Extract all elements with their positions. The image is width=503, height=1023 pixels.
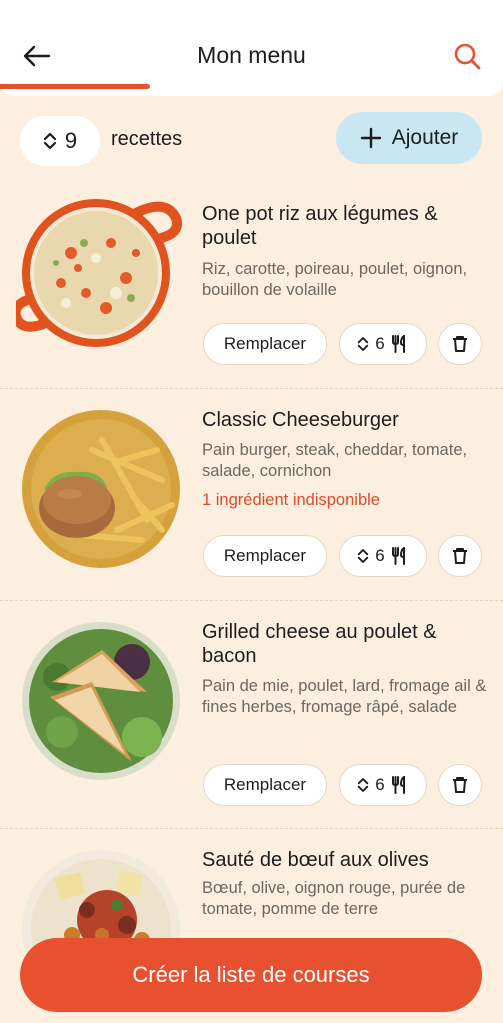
recipe-name[interactable]: One pot riz aux légumes & poulet [202, 202, 487, 250]
chevron-up-down-icon [357, 335, 369, 353]
chevron-up-down-icon [43, 131, 57, 151]
recipe-ingredients: Riz, carotte, poireau, poulet, oignon, b… [202, 260, 468, 299]
recipe-card[interactable]: Classic Cheeseburger Pain burger, steak,… [0, 388, 503, 600]
servings-stepper[interactable]: 6 [339, 323, 427, 365]
unavailable-ingredient-warning: 1 ingrédient indisponible [202, 491, 380, 509]
replace-label: Remplacer [223, 334, 307, 353]
recipes-toolbar: 9 recettes Ajouter [0, 112, 503, 168]
servings-stepper[interactable]: 6 [339, 535, 427, 577]
servings-count: 6 [375, 775, 385, 794]
card-divider [0, 600, 503, 601]
trash-icon [451, 335, 469, 353]
trash-icon [451, 776, 469, 794]
recipe-count-label: recettes [111, 128, 183, 150]
recipe-count: 9 [64, 128, 78, 153]
app-header: Mon menu [0, 0, 503, 96]
trash-icon [451, 547, 469, 565]
servings-count: 6 [375, 546, 385, 565]
plus-icon [360, 127, 382, 149]
search-button[interactable] [451, 40, 483, 72]
cutlery-icon [391, 547, 409, 565]
cutlery-icon [391, 335, 409, 353]
recipe-ingredients: Pain de mie, poulet, lard, fromage ail &… [202, 677, 487, 716]
create-shopping-list-button[interactable]: Créer la liste de courses [20, 938, 482, 1012]
chevron-up-down-icon [357, 776, 369, 794]
create-shopping-list-label: Créer la liste de courses [132, 962, 370, 987]
recipe-count-stepper[interactable]: 9 [20, 116, 100, 166]
header-progress-indicator [0, 84, 150, 89]
servings-stepper[interactable]: 6 [339, 764, 427, 806]
search-icon [452, 41, 482, 71]
delete-button[interactable] [438, 764, 482, 806]
recipe-image [22, 410, 180, 568]
page-title: Mon menu [197, 42, 306, 68]
card-divider [0, 828, 503, 829]
chevron-up-down-icon [357, 547, 369, 565]
replace-button[interactable]: Remplacer [203, 323, 327, 365]
recipe-image [22, 622, 180, 780]
servings-count: 6 [375, 334, 385, 353]
recipe-ingredients: Bœuf, olive, oignon rouge, purée de toma… [202, 879, 466, 918]
add-recipe-button[interactable]: Ajouter [336, 112, 482, 164]
recipe-card[interactable]: Grilled cheese au poulet & bacon Pain de… [0, 600, 503, 828]
recipe-name[interactable]: Classic Cheeseburger [202, 408, 487, 432]
recipe-ingredients: Pain burger, steak, cheddar, tomate, sal… [202, 441, 468, 480]
add-recipe-label: Ajouter [391, 126, 459, 149]
recipe-name[interactable]: Sauté de bœuf aux olives [202, 848, 487, 872]
card-divider [0, 388, 503, 389]
recipe-name[interactable]: Grilled cheese au poulet & bacon [202, 620, 487, 668]
delete-button[interactable] [438, 323, 482, 365]
replace-button[interactable]: Remplacer [203, 764, 327, 806]
recipe-card[interactable]: One pot riz aux légumes & poulet Riz, ca… [0, 178, 503, 388]
delete-button[interactable] [438, 535, 482, 577]
cutlery-icon [391, 776, 409, 794]
recipe-image [16, 198, 182, 356]
replace-label: Remplacer [223, 775, 307, 794]
replace-button[interactable]: Remplacer [203, 535, 327, 577]
replace-label: Remplacer [223, 546, 307, 565]
